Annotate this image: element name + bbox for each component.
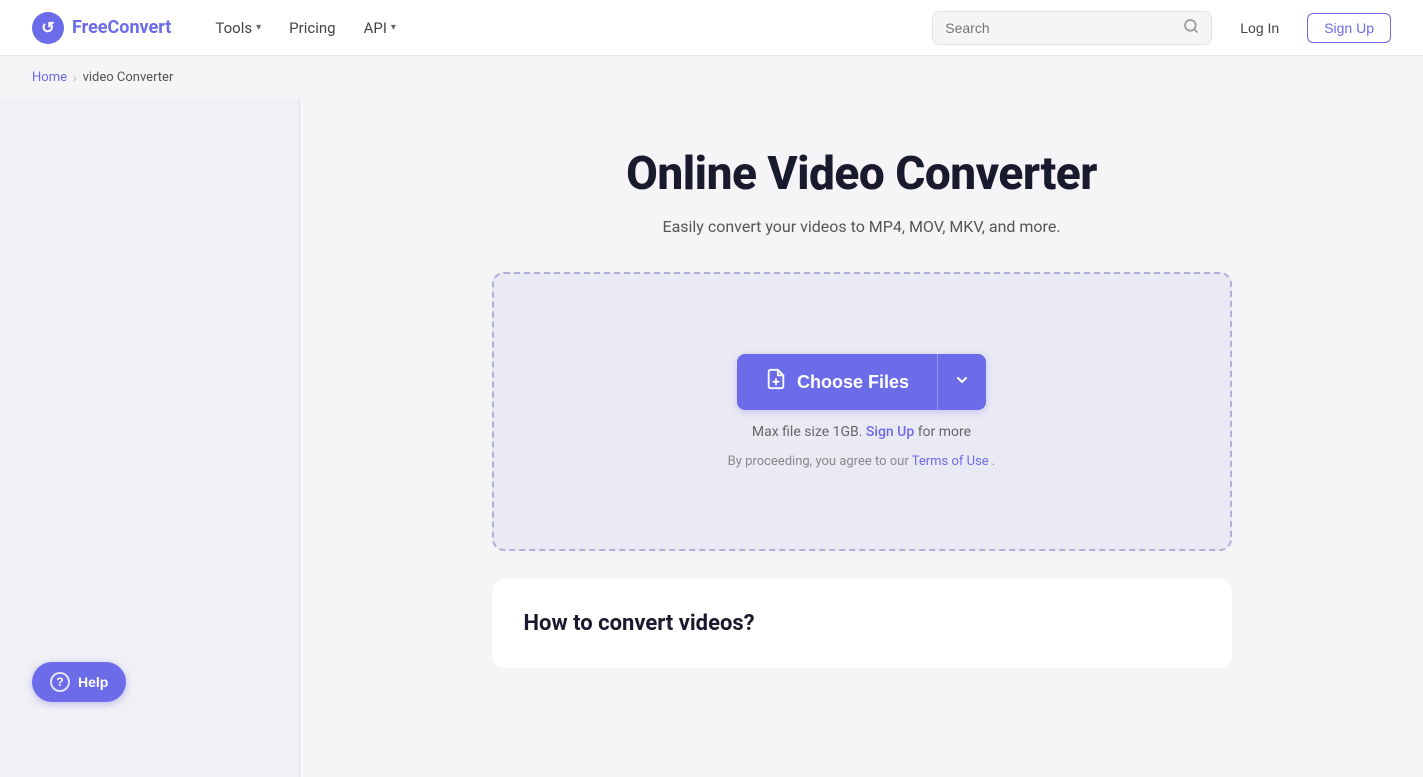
help-label: Help bbox=[78, 674, 108, 690]
help-icon: ? bbox=[50, 672, 70, 692]
breadcrumb-home[interactable]: Home bbox=[32, 70, 67, 85]
file-icon bbox=[765, 368, 787, 396]
file-size-note: Max file size 1GB. Sign Up for more bbox=[752, 424, 971, 440]
signup-link[interactable]: Sign Up bbox=[866, 424, 914, 440]
breadcrumb-current: video Converter bbox=[83, 70, 174, 85]
page-title: Online Video Converter bbox=[332, 147, 1391, 201]
search-input[interactable] bbox=[945, 20, 1175, 36]
nav-item-tools[interactable]: Tools ▾ bbox=[203, 11, 273, 45]
tools-chevron-icon: ▾ bbox=[256, 22, 261, 33]
page-subtitle: Easily convert your videos to MP4, MOV, … bbox=[332, 217, 1391, 236]
main-nav: Tools ▾ Pricing API ▾ bbox=[203, 11, 932, 45]
choose-files-button[interactable]: Choose Files bbox=[737, 354, 938, 410]
how-to-card: How to convert videos? bbox=[492, 579, 1232, 668]
drop-zone[interactable]: Choose Files Max file size 1GB. Sign Up … bbox=[492, 272, 1232, 551]
main-content: Online Video Converter Easily convert yo… bbox=[300, 99, 1423, 777]
breadcrumb-separator: › bbox=[73, 71, 77, 85]
dropdown-chevron-icon bbox=[954, 372, 970, 393]
login-button[interactable]: Log In bbox=[1228, 14, 1291, 42]
breadcrumb: Home › video Converter bbox=[0, 56, 1423, 99]
terms-note: By proceeding, you agree to our Terms of… bbox=[728, 454, 996, 469]
logo-text: FreeConvert bbox=[72, 17, 171, 38]
choose-files-dropdown-button[interactable] bbox=[938, 354, 986, 410]
terms-link[interactable]: Terms of Use bbox=[912, 454, 989, 469]
logo[interactable]: ↺ FreeConvert bbox=[32, 12, 171, 44]
search-icon bbox=[1183, 18, 1199, 38]
nav-item-api[interactable]: API ▾ bbox=[352, 11, 408, 45]
choose-files-label: Choose Files bbox=[797, 372, 909, 393]
signup-button[interactable]: Sign Up bbox=[1307, 13, 1391, 43]
search-box[interactable] bbox=[932, 11, 1212, 45]
api-chevron-icon: ▾ bbox=[391, 22, 396, 33]
header-right: Log In Sign Up bbox=[932, 11, 1391, 45]
how-to-title: How to convert videos? bbox=[524, 611, 1200, 636]
nav-item-pricing[interactable]: Pricing bbox=[277, 11, 347, 45]
choose-files-button-group: Choose Files bbox=[737, 354, 986, 410]
page-layout: Online Video Converter Easily convert yo… bbox=[0, 99, 1423, 777]
logo-icon: ↺ bbox=[32, 12, 64, 44]
help-button[interactable]: ? Help bbox=[32, 662, 126, 702]
header: ↺ FreeConvert Tools ▾ Pricing API ▾ Log … bbox=[0, 0, 1423, 56]
